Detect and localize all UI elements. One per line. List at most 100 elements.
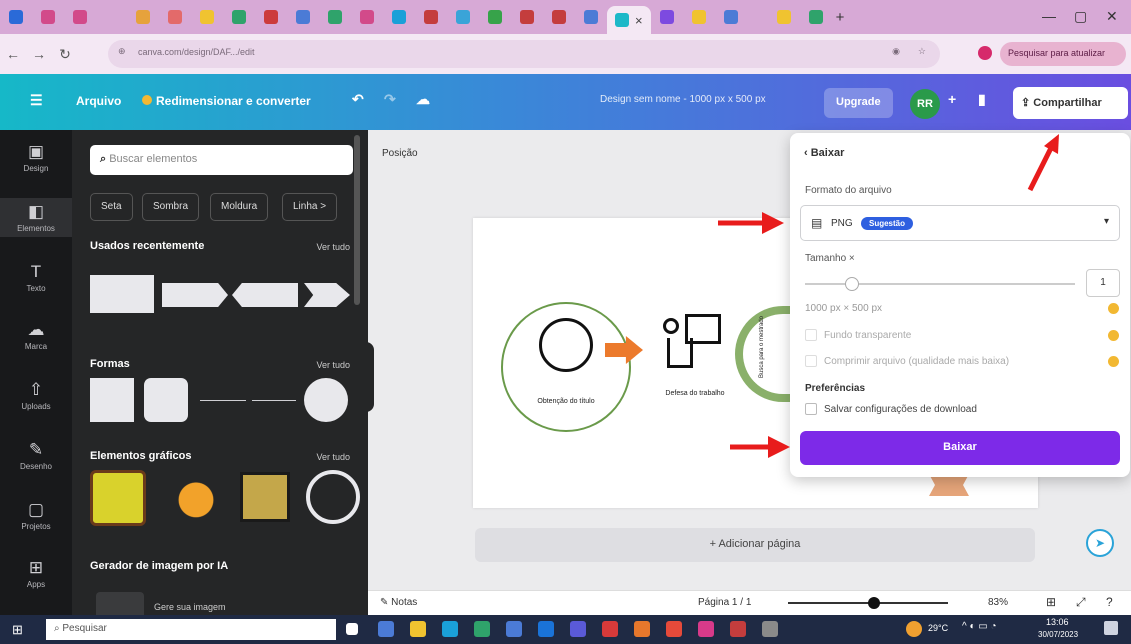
weather-icon[interactable] bbox=[906, 621, 922, 637]
taskbar-app-icon[interactable] bbox=[570, 621, 586, 637]
save-settings-checkbox[interactable] bbox=[805, 403, 817, 415]
tab-favicon[interactable] bbox=[776, 10, 791, 24]
upgrade-button[interactable]: Upgrade bbox=[824, 88, 893, 118]
tab-favicon[interactable] bbox=[232, 10, 246, 24]
rail-item-design[interactable]: ▣ Design bbox=[0, 142, 72, 173]
add-people-icon[interactable]: + bbox=[948, 91, 956, 107]
shapes-see-all[interactable]: Ver tudo bbox=[316, 360, 350, 370]
tab-favicon[interactable] bbox=[136, 10, 150, 24]
size-slider-thumb[interactable] bbox=[845, 277, 859, 291]
minimize-icon[interactable]: — bbox=[1042, 8, 1056, 24]
zoom-slider-thumb[interactable] bbox=[868, 597, 880, 609]
tab-favicon[interactable] bbox=[392, 10, 406, 24]
taskbar-app-icon[interactable] bbox=[506, 621, 522, 637]
tab-favicon[interactable] bbox=[456, 10, 470, 24]
tab-favicon[interactable] bbox=[360, 10, 374, 24]
add-page-button[interactable]: + Adicionar página bbox=[475, 528, 1035, 562]
tab-favicon[interactable] bbox=[488, 10, 502, 24]
file-menu[interactable]: Arquivo bbox=[76, 94, 121, 108]
taskbar-app-icon[interactable] bbox=[730, 621, 746, 637]
recent-shape[interactable] bbox=[90, 275, 154, 313]
rail-item-projects[interactable]: ▢ Projetos bbox=[0, 500, 72, 531]
recent-shape[interactable] bbox=[304, 283, 350, 307]
maximize-icon[interactable]: ▢ bbox=[1074, 8, 1087, 25]
assistant-button[interactable]: ➤ bbox=[1086, 529, 1114, 557]
tab-favicon[interactable] bbox=[691, 10, 706, 24]
reload-icon[interactable]: ↻ bbox=[52, 46, 78, 63]
close-tab-icon[interactable]: × bbox=[635, 13, 643, 28]
tab-favicon[interactable] bbox=[73, 10, 87, 24]
taskbar-app-icon[interactable] bbox=[442, 621, 458, 637]
clock-date[interactable]: 30/07/2023 bbox=[1038, 630, 1078, 639]
notes-button[interactable]: ✎ Notas bbox=[380, 597, 417, 608]
zoom-slider[interactable] bbox=[788, 597, 948, 609]
profile-icon[interactable] bbox=[978, 46, 992, 60]
rail-item-text[interactable]: T Texto bbox=[0, 262, 72, 293]
resize-menu[interactable]: Redimensionar e converter bbox=[142, 94, 311, 108]
ai-generate-label[interactable]: Gere sua imagem bbox=[154, 602, 226, 612]
graphics-see-all[interactable]: Ver tudo bbox=[316, 452, 350, 462]
taskbar-app-icon[interactable] bbox=[410, 621, 426, 637]
zoom-value[interactable]: 83% bbox=[988, 597, 1008, 608]
tab-favicon[interactable] bbox=[584, 10, 598, 24]
compress-checkbox[interactable] bbox=[805, 355, 817, 367]
chip-frame[interactable]: Moldura bbox=[210, 193, 269, 221]
browser-update-button[interactable]: Pesquisar para atualizar bbox=[1000, 42, 1126, 66]
download-button[interactable]: Baixar bbox=[800, 431, 1120, 465]
analytics-icon[interactable]: ▮ bbox=[978, 91, 986, 108]
taskbar-app-icon[interactable] bbox=[666, 621, 682, 637]
taskbar-app-icon[interactable] bbox=[634, 621, 650, 637]
chip-line[interactable]: Linha > bbox=[282, 193, 338, 221]
tab-favicon[interactable] bbox=[328, 10, 342, 24]
redo-icon[interactable]: ↷ bbox=[384, 91, 396, 108]
tab-favicon[interactable] bbox=[520, 10, 534, 24]
taskbar-app-icon[interactable] bbox=[762, 621, 778, 637]
tab-favicon[interactable] bbox=[200, 10, 214, 24]
tab-favicon[interactable] bbox=[723, 10, 738, 24]
tab-favicon[interactable] bbox=[296, 10, 310, 24]
back-icon[interactable]: ← bbox=[0, 46, 26, 62]
help-icon[interactable]: ? bbox=[1106, 595, 1113, 609]
arrow-line-shape[interactable] bbox=[252, 400, 296, 401]
chip-arrow[interactable]: Seta bbox=[90, 193, 133, 221]
ai-generate-thumb[interactable] bbox=[96, 592, 144, 615]
bookmark-icon[interactable]: ☆ bbox=[918, 46, 926, 57]
extension-icon[interactable]: ◉ bbox=[892, 46, 900, 57]
rail-item-uploads[interactable]: ⇧ Uploads bbox=[0, 380, 72, 411]
tab-favicon[interactable] bbox=[808, 10, 823, 24]
avatar[interactable]: RR bbox=[910, 89, 940, 119]
rail-item-apps[interactable]: ⊞ Apps bbox=[0, 558, 72, 589]
main-menu-icon[interactable]: ☰ bbox=[30, 92, 43, 109]
size-input[interactable]: 1 bbox=[1086, 269, 1120, 297]
taskbar-app-icon[interactable] bbox=[602, 621, 618, 637]
taskbar-app-icon[interactable] bbox=[698, 621, 714, 637]
graphic-fruit[interactable] bbox=[168, 468, 224, 526]
tab-favicon[interactable] bbox=[264, 10, 278, 24]
recent-see-all[interactable]: Ver tudo bbox=[316, 242, 350, 252]
position-button[interactable]: Posição bbox=[382, 148, 418, 159]
rail-item-draw[interactable]: ✎ Desenho bbox=[0, 440, 72, 471]
graphic-sticker-yellow[interactable] bbox=[90, 470, 146, 526]
tab-favicon[interactable] bbox=[659, 10, 674, 24]
forward-icon[interactable]: → bbox=[26, 46, 52, 62]
weather-text[interactable]: 29°C bbox=[928, 623, 948, 633]
notifications-icon[interactable] bbox=[1104, 621, 1118, 635]
recent-shape[interactable] bbox=[162, 283, 228, 307]
windows-start-icon[interactable]: ⊞ bbox=[12, 622, 23, 638]
taskbar-app-icon[interactable] bbox=[474, 621, 490, 637]
system-tray-icons[interactable]: ^ ◐ ▭ ◔ bbox=[962, 621, 997, 632]
chip-shadow[interactable]: Sombra bbox=[142, 193, 200, 221]
file-type-select[interactable]: ▤ PNG Sugestão ▾ bbox=[800, 205, 1120, 241]
task-view-icon[interactable] bbox=[346, 623, 358, 635]
fullscreen-icon[interactable]: ⤢ bbox=[1076, 595, 1086, 610]
line-shape[interactable] bbox=[200, 400, 246, 401]
rounded-square-shape[interactable] bbox=[144, 378, 188, 422]
grid-view-icon[interactable]: ⊞ bbox=[1046, 595, 1056, 609]
taskbar-app-icon[interactable] bbox=[378, 621, 394, 637]
recent-shape[interactable] bbox=[232, 283, 298, 307]
cloud-save-icon[interactable]: ☁ bbox=[416, 91, 430, 108]
graphic-circle-frame[interactable] bbox=[306, 470, 360, 524]
new-tab-button[interactable]: + bbox=[836, 9, 845, 26]
download-back-button[interactable]: ‹ Baixar bbox=[804, 147, 844, 159]
node-graduation[interactable]: Obtenção do título bbox=[501, 302, 631, 432]
